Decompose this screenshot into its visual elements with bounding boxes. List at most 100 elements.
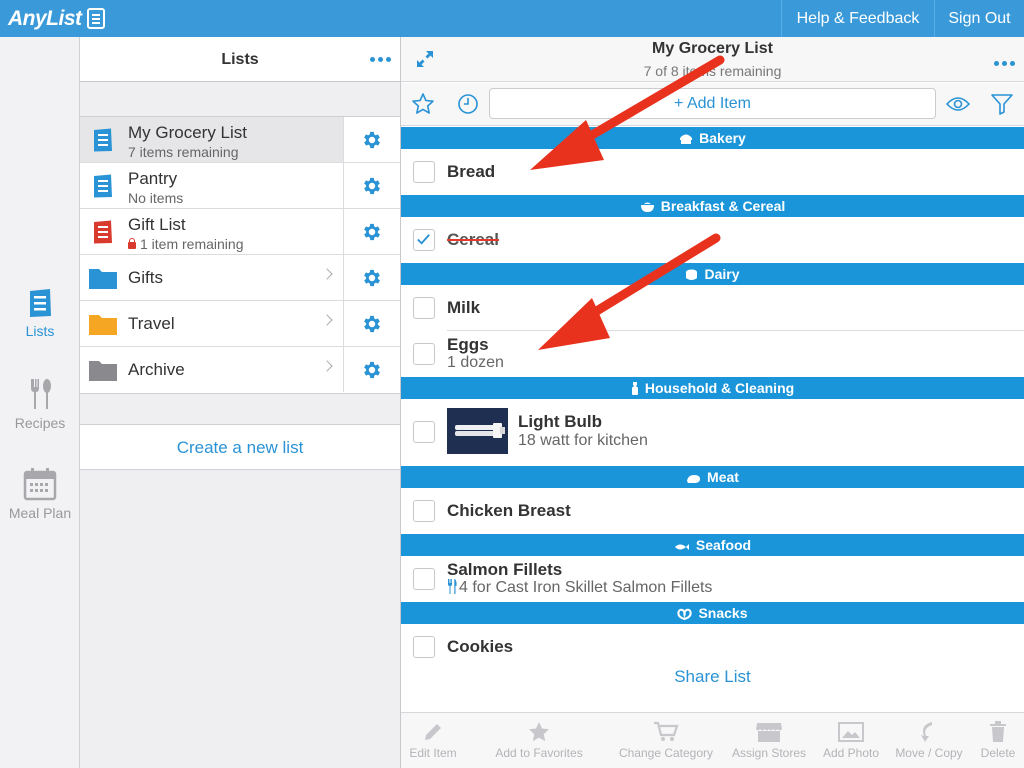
add-item-field[interactable]: + Add Item [489,88,936,119]
folder-row-gifts[interactable]: Gifts [80,255,400,301]
list-subtitle: 7 items remaining [128,144,239,160]
fish-icon [674,544,689,550]
item-checkbox-checked[interactable] [413,229,435,251]
category-name: Bakery [699,130,746,146]
more-options-icon[interactable] [994,61,1015,66]
action-label: Change Category [618,746,714,760]
spray-bottle-icon [631,382,638,395]
list-item-cereal[interactable]: Cereal [401,217,1024,263]
item-name: Milk [447,298,481,317]
item-checkbox[interactable] [413,161,435,183]
folder-row-archive[interactable]: Archive [80,347,400,393]
list-row-main[interactable]: Gift List 1 item remaining [80,209,343,254]
category-header-breakfast-cereal: Breakfast & Cereal [401,195,1024,217]
item-name: Light Bulb [518,412,603,431]
create-new-list-button[interactable]: Create a new list [80,424,400,470]
fork-knife-icon[interactable] [447,579,457,594]
folder-row-main[interactable]: Archive [80,347,343,392]
list-row-pantry[interactable]: Pantry No items [80,163,400,209]
nav-lists[interactable]: Lists [0,287,80,339]
item-checkbox[interactable] [413,636,435,658]
folder-icon [89,269,117,289]
star-icon[interactable] [411,92,435,116]
folder-row-main[interactable]: Gifts [80,255,343,300]
list-row-gift-list[interactable]: Gift List 1 item remaining [80,209,400,255]
item-checkbox[interactable] [413,297,435,319]
folder-row-travel[interactable]: Travel [80,301,400,347]
folder-icon [89,361,117,381]
action-label: Assign Stores [731,746,807,760]
list-row-main[interactable]: My Grocery List 7 items remaining [80,117,343,162]
list-row-main[interactable]: Pantry No items [80,163,343,208]
list-item-milk[interactable]: Milk [401,285,1024,331]
list-item-eggs[interactable]: Eggs 1 dozen [401,331,1024,377]
light-bulb-photo [447,408,508,454]
eye-icon[interactable] [946,92,970,116]
item-name: Cookies [447,637,514,656]
item-name: Chicken Breast [447,501,571,520]
clock-icon[interactable] [456,92,480,116]
list-item-chicken-breast[interactable]: Chicken Breast [401,488,1024,534]
folder-settings-button[interactable] [343,347,400,392]
item-name: Cereal [447,230,499,249]
folder-row-main[interactable]: Travel [80,301,343,346]
item-name: Salmon Fillets [447,560,563,579]
item-checkbox[interactable] [413,421,435,443]
lists-header: Lists [80,37,400,82]
store-icon [756,723,782,742]
share-list-button[interactable]: Share List [401,667,1024,687]
filter-icon[interactable] [990,92,1014,116]
folder-settings-button[interactable] [343,301,400,346]
list-item-cookies[interactable]: Cookies [401,624,1024,670]
chevron-right-icon [321,268,333,280]
lock-icon [128,238,136,249]
move-copy-button[interactable]: Move / Copy [891,721,967,760]
list-subtitle: 7 of 8 items remaining [643,63,782,79]
gear-icon [364,131,380,148]
category-header-bakery: Bakery [401,127,1024,149]
help-feedback-button[interactable]: Help & Feedback [781,0,934,37]
list-icon [30,289,51,317]
add-photo-button[interactable]: Add Photo [819,721,883,760]
item-photo-thumbnail[interactable] [447,408,508,454]
item-checkbox[interactable] [413,500,435,522]
left-nav: Lists Recipes Meal Plan [0,37,80,768]
logo-list-icon [86,8,105,29]
category-name: Dairy [704,266,740,282]
list-item-bread[interactable]: Bread [401,149,1024,195]
edit-item-button[interactable]: Edit Item [407,721,459,760]
change-category-button[interactable]: Change Category [615,721,717,760]
list-item-salmon-fillets[interactable]: Salmon Fillets 4 for Cast Iron Skillet S… [401,556,1024,602]
list-settings-button[interactable] [343,163,400,208]
nav-recipes[interactable]: Recipes [0,377,80,431]
item-checkbox[interactable] [413,568,435,590]
add-to-favorites-button[interactable]: Add to Favorites [489,721,589,760]
folder-settings-button[interactable] [343,255,400,300]
cheese-icon [686,269,698,280]
bowl-icon [640,202,654,212]
gear-icon [364,223,380,240]
delete-button[interactable]: Delete [977,721,1019,760]
list-name: Pantry [128,169,178,188]
list-item-light-bulb[interactable]: Light Bulb 18 watt for kitchen [401,399,1024,466]
nav-recipes-label: Recipes [14,415,66,431]
action-label: Edit Item [409,746,457,760]
pencil-icon [425,724,441,740]
action-label: Add to Favorites [495,746,583,760]
sign-out-button[interactable]: Sign Out [934,0,1024,37]
assign-stores-button[interactable]: Assign Stores [727,721,811,760]
item-note: 18 watt for kitchen [518,432,648,449]
list-settings-button[interactable] [343,209,400,254]
anylist-logo[interactable]: AnyList [8,5,105,32]
gear-icon [364,315,380,332]
list-settings-button[interactable] [343,117,400,162]
category-header-snacks: Snacks [401,602,1024,624]
chevron-right-icon [321,314,333,326]
trash-icon [990,721,1006,742]
list-row-my-grocery-list[interactable]: My Grocery List 7 items remaining [80,117,400,163]
gear-icon [364,361,380,378]
more-options-icon[interactable] [370,57,391,62]
item-checkbox[interactable] [413,343,435,365]
checkmark-icon [417,234,430,245]
nav-meal-plan[interactable]: Meal Plan [0,467,80,521]
